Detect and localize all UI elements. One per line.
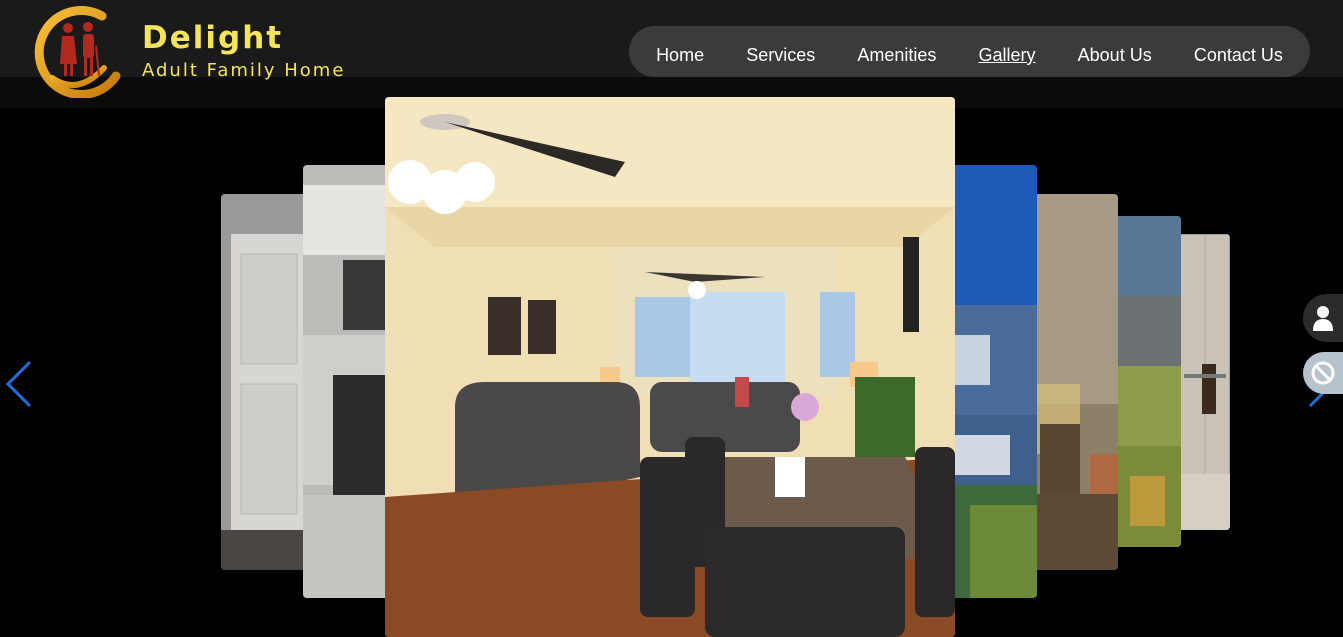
brand-subtitle: Adult Family Home xyxy=(142,60,346,81)
accessibility-button[interactable] xyxy=(1303,352,1343,394)
nav-about-us[interactable]: About Us xyxy=(1078,37,1152,66)
user-profile-button[interactable] xyxy=(1303,294,1343,342)
main-nav: Home Services Amenities Gallery About Us… xyxy=(629,26,1310,77)
nav-gallery[interactable]: Gallery xyxy=(979,37,1036,66)
brand-name: Delight xyxy=(142,20,284,56)
nav-contact-us[interactable]: Contact Us xyxy=(1194,37,1283,66)
accessibility-icon xyxy=(1311,361,1335,385)
user-icon xyxy=(1313,306,1333,331)
nav-services[interactable]: Services xyxy=(746,37,815,66)
logo[interactable] xyxy=(32,6,124,98)
nav-amenities[interactable]: Amenities xyxy=(857,37,936,66)
living-dining-room-photo xyxy=(385,97,955,637)
nav-home[interactable]: Home xyxy=(656,37,704,66)
slide-living-dining-active[interactable] xyxy=(385,97,955,637)
chevron-left-icon[interactable] xyxy=(4,360,34,408)
